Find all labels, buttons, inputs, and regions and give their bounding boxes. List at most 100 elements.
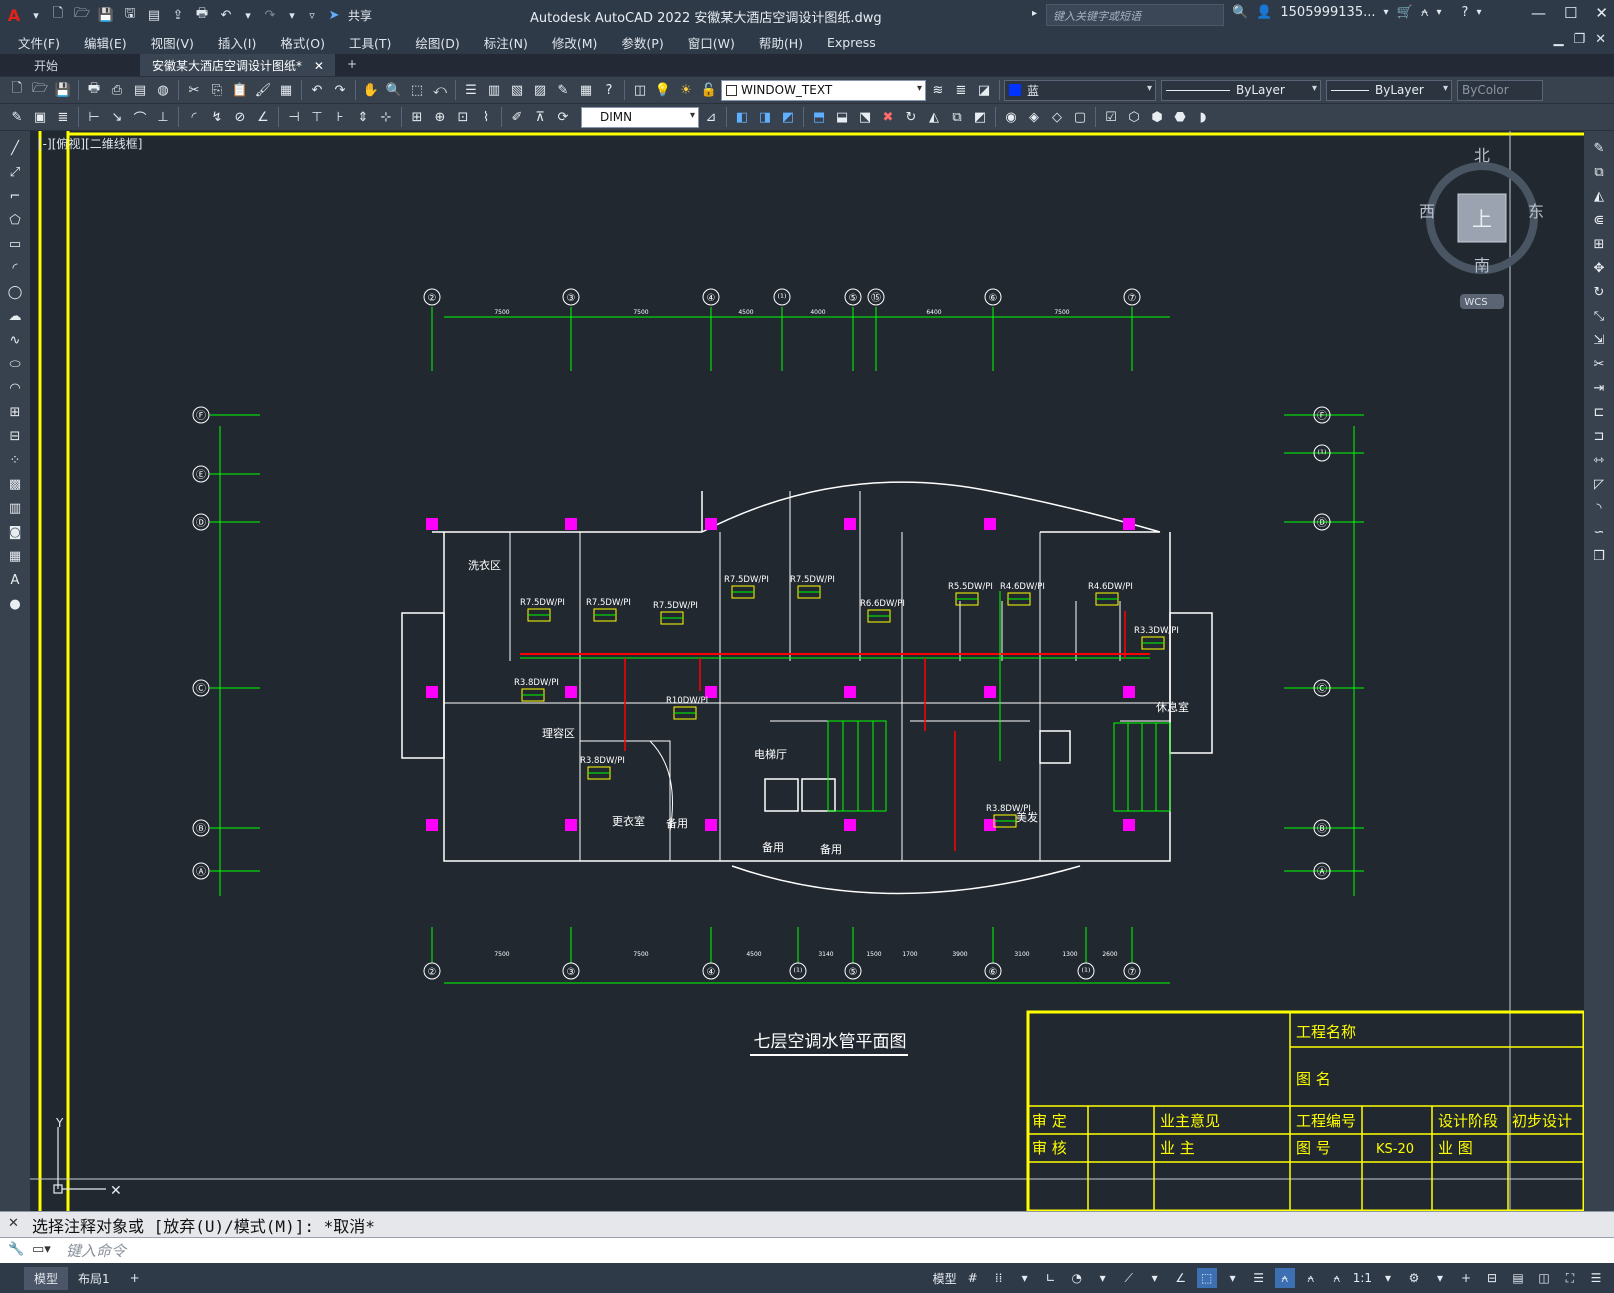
plus-icon[interactable]: +: [1456, 1268, 1476, 1288]
chevron-down-icon[interactable]: ▾: [1015, 1268, 1035, 1288]
dimstyle-manager-icon[interactable]: ⊿: [700, 106, 722, 128]
copy-faces-icon[interactable]: ⧉: [946, 106, 968, 128]
imprint-icon[interactable]: ◉: [1000, 106, 1022, 128]
annotation-visibility-icon[interactable]: ⍲: [1274, 1268, 1295, 1288]
jogged-dim-icon[interactable]: ↯: [206, 106, 228, 128]
delete-faces-icon[interactable]: ✖: [877, 106, 899, 128]
app-menu-button[interactable]: A: [4, 5, 24, 25]
layer-state-icon[interactable]: ◪: [973, 79, 995, 101]
layer-properties-icon[interactable]: ◫: [629, 79, 651, 101]
construction-line-icon[interactable]: ⤢: [4, 161, 26, 183]
copy-edges-icon[interactable]: ⬢: [1146, 106, 1168, 128]
close-icon[interactable]: ✕: [314, 59, 324, 73]
maximize-icon[interactable]: ☐: [1564, 4, 1577, 22]
insert-block-icon[interactable]: ▣: [29, 106, 51, 128]
tab-start[interactable]: 开始: [22, 54, 140, 76]
rectangle-icon[interactable]: ▭: [4, 233, 26, 255]
baseline-dim-icon[interactable]: ⊤: [306, 106, 328, 128]
annotation-scale-value[interactable]: 1:1: [1353, 1271, 1372, 1285]
offset-faces-icon[interactable]: ⬔: [854, 106, 876, 128]
stretch-icon[interactable]: ⇲: [1588, 329, 1610, 351]
markup-icon[interactable]: ✎: [552, 79, 574, 101]
block-editor-icon[interactable]: ▦: [275, 79, 297, 101]
properties-icon[interactable]: ☰: [460, 79, 482, 101]
match-properties-icon[interactable]: 🖌: [252, 79, 274, 101]
ordinate-dim-icon[interactable]: ⊥: [152, 106, 174, 128]
hatch-icon[interactable]: ▩: [4, 473, 26, 495]
customization-icon[interactable]: ☰: [1586, 1268, 1606, 1288]
doc-close-icon[interactable]: ✕: [1595, 32, 1606, 47]
chevron-down-icon[interactable]: ▾: [1145, 1268, 1165, 1288]
recent-commands-icon[interactable]: ▭▾: [32, 1242, 51, 1257]
copy-icon[interactable]: ⎘: [206, 79, 228, 101]
menu-view[interactable]: 视图(V): [151, 33, 194, 52]
rotate-faces-icon[interactable]: ↻: [900, 106, 922, 128]
menu-tools[interactable]: 工具(T): [349, 33, 391, 52]
undo-icon[interactable]: ↶: [306, 79, 328, 101]
close-icon[interactable]: ✕: [8, 1216, 19, 1231]
move-faces-icon[interactable]: ⬓: [831, 106, 853, 128]
add-layout-button[interactable]: +: [120, 1268, 150, 1288]
fillet-icon[interactable]: ◝: [1588, 497, 1610, 519]
multiline-icon[interactable]: ≣: [52, 106, 74, 128]
break-icon[interactable]: ⊐: [1588, 425, 1610, 447]
3d-print-icon[interactable]: ◍: [152, 79, 174, 101]
chevron-down-icon[interactable]: ▾: [1378, 1268, 1398, 1288]
ellipse-icon[interactable]: ⬭: [4, 353, 26, 375]
compass-south[interactable]: 南: [1474, 256, 1490, 275]
offset-icon[interactable]: ⋐: [1588, 209, 1610, 231]
publish-icon[interactable]: ▤: [129, 79, 151, 101]
ortho-icon[interactable]: ∟: [1041, 1268, 1061, 1288]
region-icon[interactable]: ◙: [4, 521, 26, 543]
preview-icon[interactable]: ⎙: [106, 79, 128, 101]
lineweight-icon[interactable]: ☰: [1249, 1268, 1269, 1288]
circle-icon[interactable]: ◯: [4, 281, 26, 303]
menu-draw[interactable]: 绘图(D): [415, 33, 459, 52]
units-icon[interactable]: ⊟: [1482, 1268, 1502, 1288]
taper-faces-icon[interactable]: ◭: [923, 106, 945, 128]
chamfer-icon[interactable]: ◸: [1588, 473, 1610, 495]
lineweight-dropdown[interactable]: ByLayer ▾: [1326, 79, 1452, 101]
user-icon[interactable]: 👤: [1256, 5, 1272, 20]
polyline-icon[interactable]: ⌐: [4, 185, 26, 207]
chevron-down-icon[interactable]: ▾: [1430, 1268, 1450, 1288]
viewcube[interactable]: 上 北 南 东 西 WCS: [1419, 146, 1544, 309]
lock-icon[interactable]: 🔓: [698, 79, 720, 101]
tool-palettes-icon[interactable]: ▧: [506, 79, 528, 101]
separate-icon[interactable]: ◇: [1046, 106, 1068, 128]
isodraft-icon[interactable]: ⟋: [1119, 1268, 1139, 1288]
customize-icon[interactable]: 🔧: [8, 1242, 24, 1257]
doc-restore-icon[interactable]: ❐: [1573, 32, 1585, 47]
table-icon[interactable]: ▦: [4, 545, 26, 567]
edit-icon[interactable]: ✎: [6, 106, 28, 128]
subtract-icon[interactable]: ◨: [754, 106, 776, 128]
zoom-window-icon[interactable]: ⬚: [406, 79, 428, 101]
grid-icon[interactable]: #: [963, 1268, 983, 1288]
menu-modify[interactable]: 修改(M): [552, 33, 598, 52]
menu-express[interactable]: Express: [827, 35, 876, 50]
redo-dropdown-icon[interactable]: ▾: [284, 7, 300, 23]
intersect-icon[interactable]: ◩: [777, 106, 799, 128]
add-selected-icon[interactable]: ●: [4, 593, 26, 615]
extract-edges-icon[interactable]: ⬡: [1123, 106, 1145, 128]
menu-insert[interactable]: 插入(I): [218, 33, 256, 52]
dim-text-edit-icon[interactable]: ⊼: [529, 106, 551, 128]
explode-icon[interactable]: ❒: [1588, 545, 1610, 567]
continue-dim-icon[interactable]: ⊦: [329, 106, 351, 128]
center-mark-icon[interactable]: ⊕: [429, 106, 451, 128]
chevron-down-icon[interactable]: ▾: [1383, 7, 1388, 18]
design-center-icon[interactable]: ▥: [483, 79, 505, 101]
open-icon[interactable]: 🗁: [29, 79, 51, 101]
customize-qat-icon[interactable]: ▿: [304, 7, 320, 23]
save-icon[interactable]: 💾: [52, 79, 74, 101]
point-icon[interactable]: ⁘: [4, 449, 26, 471]
polygon-icon[interactable]: ⬠: [4, 209, 26, 231]
autodesk-app-icon[interactable]: ⍲: [1421, 5, 1429, 20]
menu-edit[interactable]: 编辑(E): [84, 33, 127, 52]
layer-previous-icon[interactable]: ≣: [950, 79, 972, 101]
sheet-set-icon[interactable]: ▨: [529, 79, 551, 101]
share-icon[interactable]: ➤: [324, 5, 344, 25]
array-icon[interactable]: ⊞: [1588, 233, 1610, 255]
dim-edit-icon[interactable]: ✐: [506, 106, 528, 128]
menu-file[interactable]: 文件(F): [18, 33, 60, 52]
